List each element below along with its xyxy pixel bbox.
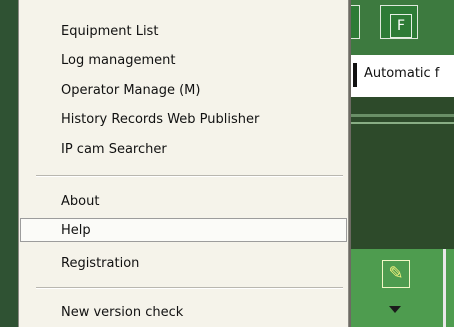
- menu-item-equipment-list[interactable]: Equipment List: [29, 20, 338, 44]
- app-button-letter: F: [390, 14, 412, 38]
- menu-item-history-records-web-publisher[interactable]: History Records Web Publisher: [29, 108, 338, 132]
- menu-item-about[interactable]: About: [29, 190, 338, 214]
- context-menu: Equipment List Log management Operator M…: [18, 0, 349, 327]
- menu-item-new-version-check[interactable]: New version check: [29, 301, 338, 325]
- app-folder-icon[interactable]: ✎: [382, 260, 410, 288]
- app-toolbar-button-f[interactable]: F: [380, 5, 418, 39]
- app-options-strip: Automatic f: [340, 55, 454, 97]
- dropdown-arrow-icon[interactable]: [389, 306, 401, 313]
- menu-item-log-management[interactable]: Log management: [29, 49, 338, 73]
- menu-item-operator-manage[interactable]: Operator Manage (M): [29, 79, 338, 103]
- menu-separator: [36, 175, 343, 177]
- menu-item-ip-cam-searcher[interactable]: IP cam Searcher: [29, 138, 338, 162]
- panel-divider: [340, 114, 454, 117]
- menu-item-help[interactable]: Help: [20, 218, 347, 242]
- checkbox-edge[interactable]: [353, 63, 357, 87]
- panel-divider: [340, 122, 454, 124]
- app-dark-panel: [340, 97, 454, 249]
- panel-splitter: [443, 249, 446, 327]
- menu-item-registration[interactable]: Registration: [29, 252, 338, 276]
- automatic-checkbox-label: Automatic f: [364, 66, 440, 81]
- app-lower-panel: ✎: [340, 249, 454, 327]
- menu-separator: [36, 287, 343, 289]
